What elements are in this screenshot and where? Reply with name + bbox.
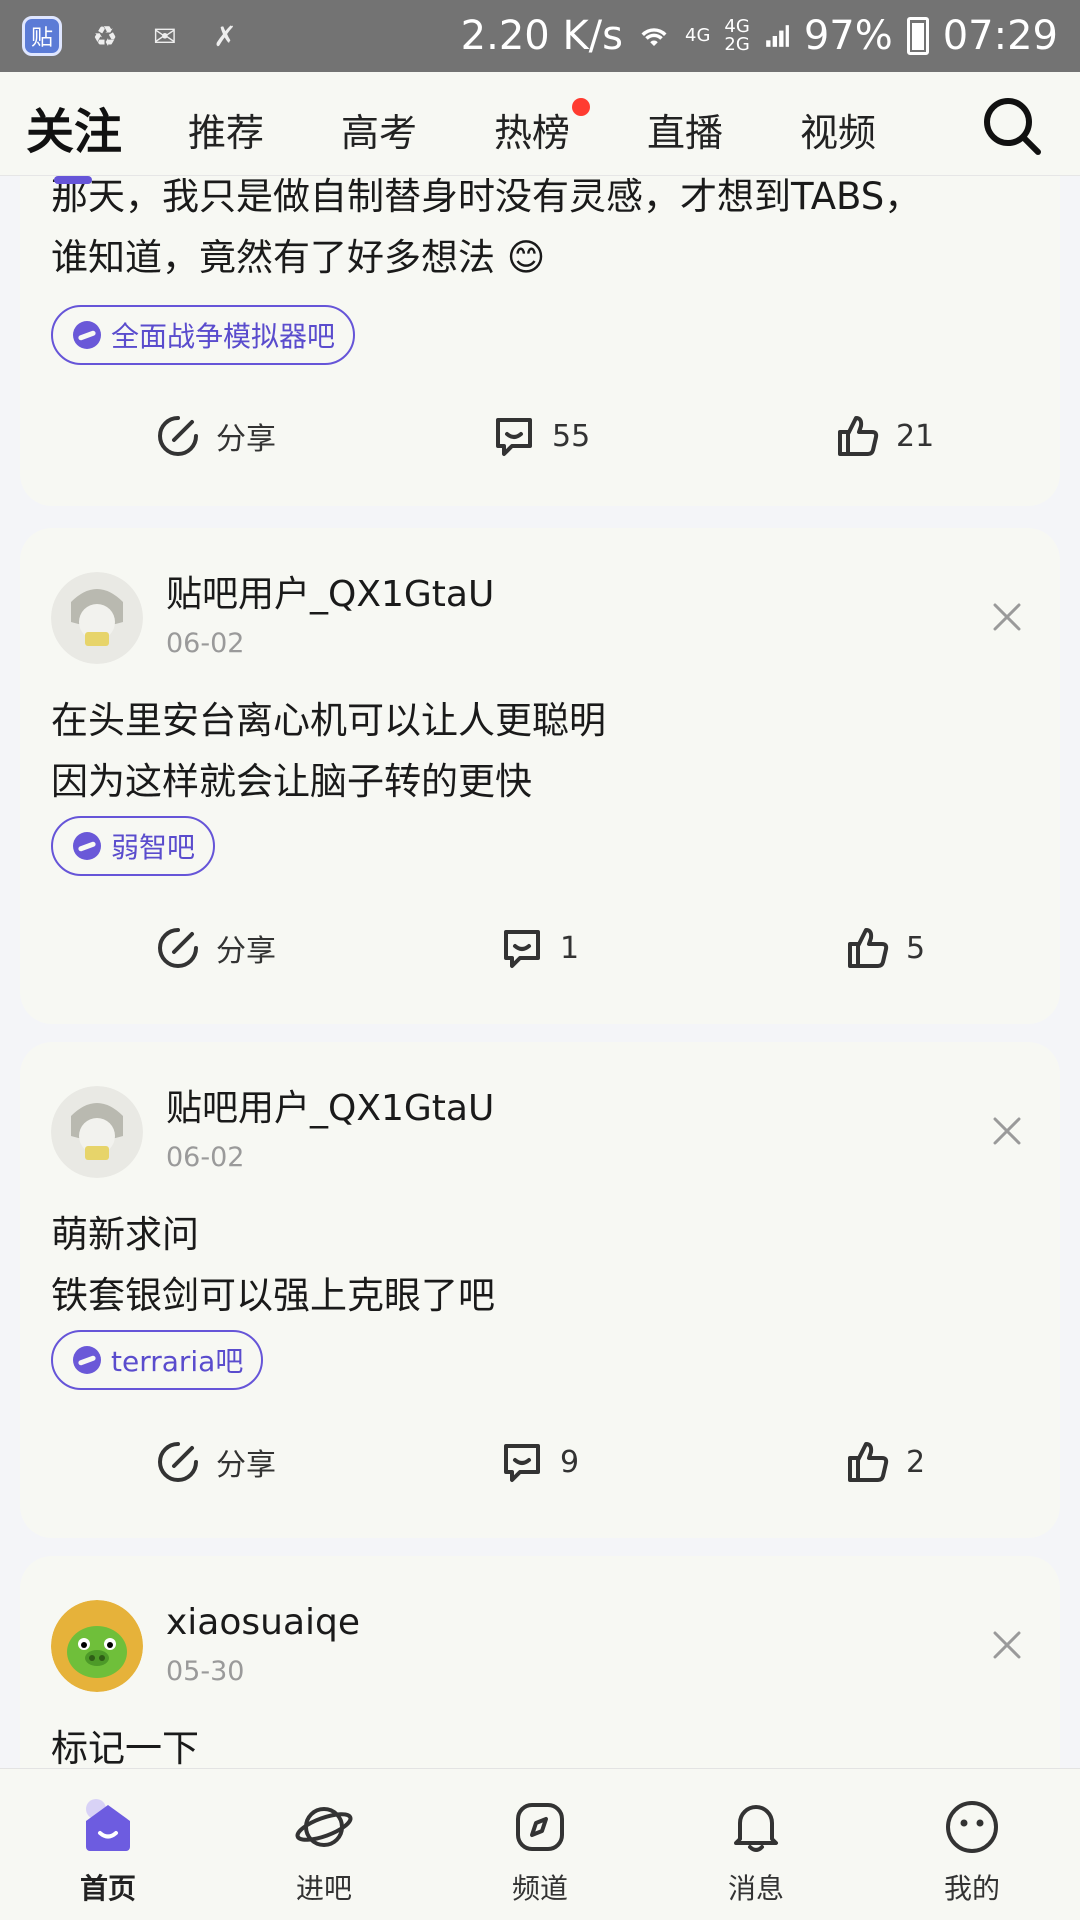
comment-icon xyxy=(504,1444,540,1482)
status-bar: 贴 ♻ ✉ ✗ 2.20 K/s 4G 4G 2G 97% 07:29 xyxy=(0,0,1080,72)
post-actions: 分享 1 5 xyxy=(20,924,1060,984)
bell-icon xyxy=(734,1805,778,1852)
smile-icon xyxy=(946,1801,998,1853)
post-body: 萌新求问 铁套银剑可以强上克眼了吧 xyxy=(51,1213,495,1317)
avatar[interactable] xyxy=(51,1086,143,1178)
username[interactable]: xiaosuaiqe xyxy=(166,1600,360,1646)
share-button[interactable]: 分享 xyxy=(154,1438,276,1486)
search-icon[interactable] xyxy=(980,94,1044,158)
share-icon xyxy=(158,1442,198,1482)
new-badge-dot xyxy=(572,98,591,116)
avatar[interactable] xyxy=(51,1600,143,1692)
compass-icon xyxy=(516,1803,564,1851)
comment-icon xyxy=(504,930,540,968)
share-icon xyxy=(158,928,198,968)
avatar[interactable] xyxy=(51,572,143,664)
post-date: 06-02 xyxy=(166,628,245,659)
network-type-b: 4G 2G xyxy=(724,16,750,55)
nav-home[interactable]: 首页 xyxy=(0,1769,216,1920)
comment-button[interactable]: 9 xyxy=(498,1438,579,1486)
post-card[interactable]: 贴吧用户_QX1GtaU 06-02 萌新求问 铁套银剑可以强上克眼了吧 ter… xyxy=(20,1042,1060,1538)
thumbs-up-icon xyxy=(848,1442,889,1482)
post-card[interactable]: xiaosuaiqe 05-30 标记一下 xyxy=(20,1556,1060,1768)
close-icon[interactable] xyxy=(992,1630,1022,1660)
close-icon[interactable] xyxy=(992,602,1022,632)
battery-icon xyxy=(906,17,929,55)
post-author[interactable]: xiaosuaiqe 05-30 xyxy=(51,1600,360,1692)
post-date: 05-30 xyxy=(166,1656,245,1687)
comment-button[interactable]: 55 xyxy=(490,412,590,460)
forum-tag[interactable]: 弱智吧 xyxy=(51,816,216,876)
mail-icon: ✉ xyxy=(153,19,177,53)
post-author[interactable]: 贴吧用户_QX1GtaU 06-02 xyxy=(51,572,494,664)
thumbs-up-icon xyxy=(848,928,889,968)
network-type-a: 4G xyxy=(685,25,711,46)
post-actions: 分享 9 2 xyxy=(20,1438,1060,1498)
username[interactable]: 贴吧用户_QX1GtaU xyxy=(166,572,494,618)
post-feed[interactable]: 那天，我只是做自制替身时没有灵感，才想到TABS， 谁知道，竟然有了好多想法 😊… xyxy=(0,176,1080,1768)
recycle-icon: ♻ xyxy=(92,19,118,53)
planet-icon xyxy=(73,832,101,860)
share-icon xyxy=(158,416,198,456)
planet-icon xyxy=(73,1346,101,1374)
nav-messages[interactable]: 消息 xyxy=(648,1769,864,1920)
nav-forums[interactable]: 进吧 xyxy=(216,1769,432,1920)
forum-tag[interactable]: terraria吧 xyxy=(51,1330,264,1390)
planet-icon xyxy=(73,321,101,349)
like-button[interactable]: 5 xyxy=(844,924,925,972)
top-tab-bar: 关注 推荐 高考 热榜 直播 视频 xyxy=(0,72,1080,184)
clock: 07:29 xyxy=(942,13,1058,59)
post-date: 06-02 xyxy=(166,1142,245,1173)
signal-icon xyxy=(764,13,790,59)
post-actions: 分享 55 21 xyxy=(20,412,1060,472)
close-icon[interactable] xyxy=(992,1116,1022,1146)
comment-button[interactable]: 1 xyxy=(498,924,579,972)
post-card[interactable]: 那天，我只是做自制替身时没有灵感，才想到TABS， 谁知道，竟然有了好多想法 😊… xyxy=(20,176,1060,506)
nav-me[interactable]: 我的 xyxy=(864,1769,1080,1920)
nav-channels[interactable]: 频道 xyxy=(432,1769,648,1920)
comment-icon xyxy=(496,418,532,456)
share-button[interactable]: 分享 xyxy=(154,412,276,460)
battery-percent: 97% xyxy=(803,13,893,59)
username[interactable]: 贴吧用户_QX1GtaU xyxy=(166,1086,494,1132)
tab-video[interactable]: 视频 xyxy=(800,102,876,157)
missed-call-icon: ✗ xyxy=(213,19,237,53)
tab-hot-list[interactable]: 热榜 xyxy=(494,98,591,157)
active-tab-indicator xyxy=(54,176,92,184)
tab-live[interactable]: 直播 xyxy=(647,102,723,157)
thumbs-up-icon xyxy=(838,416,879,456)
tieba-app-icon: 贴 xyxy=(22,16,62,56)
tab-following[interactable]: 关注 xyxy=(26,92,122,184)
forum-tag[interactable]: 全面战争模拟器吧 xyxy=(51,305,356,365)
post-body: 在头里安台离心机可以让人更聪明 因为这样就会让脑子转的更快 xyxy=(51,699,606,803)
wifi-icon xyxy=(637,19,671,53)
planet-icon xyxy=(295,1807,353,1847)
like-button[interactable]: 21 xyxy=(834,412,934,460)
post-card[interactable]: 贴吧用户_QX1GtaU 06-02 在头里安台离心机可以让人更聪明 因为这样就… xyxy=(20,528,1060,1024)
tab-recommend[interactable]: 推荐 xyxy=(188,102,264,157)
share-button[interactable]: 分享 xyxy=(154,924,276,972)
network-speed: 2.20 K/s xyxy=(460,13,623,59)
bottom-nav: 首页 进吧 频道 消息 我的 xyxy=(0,1768,1080,1920)
post-author[interactable]: 贴吧用户_QX1GtaU 06-02 xyxy=(51,1086,494,1178)
post-body: 那天，我只是做自制替身时没有灵感，才想到TABS， 谁知道，竟然有了好多想法 😊 xyxy=(51,176,922,279)
tab-gaokao[interactable]: 高考 xyxy=(341,102,417,157)
post-body: 标记一下 xyxy=(51,1727,199,1768)
like-button[interactable]: 2 xyxy=(844,1438,925,1486)
home-icon xyxy=(86,1799,130,1851)
